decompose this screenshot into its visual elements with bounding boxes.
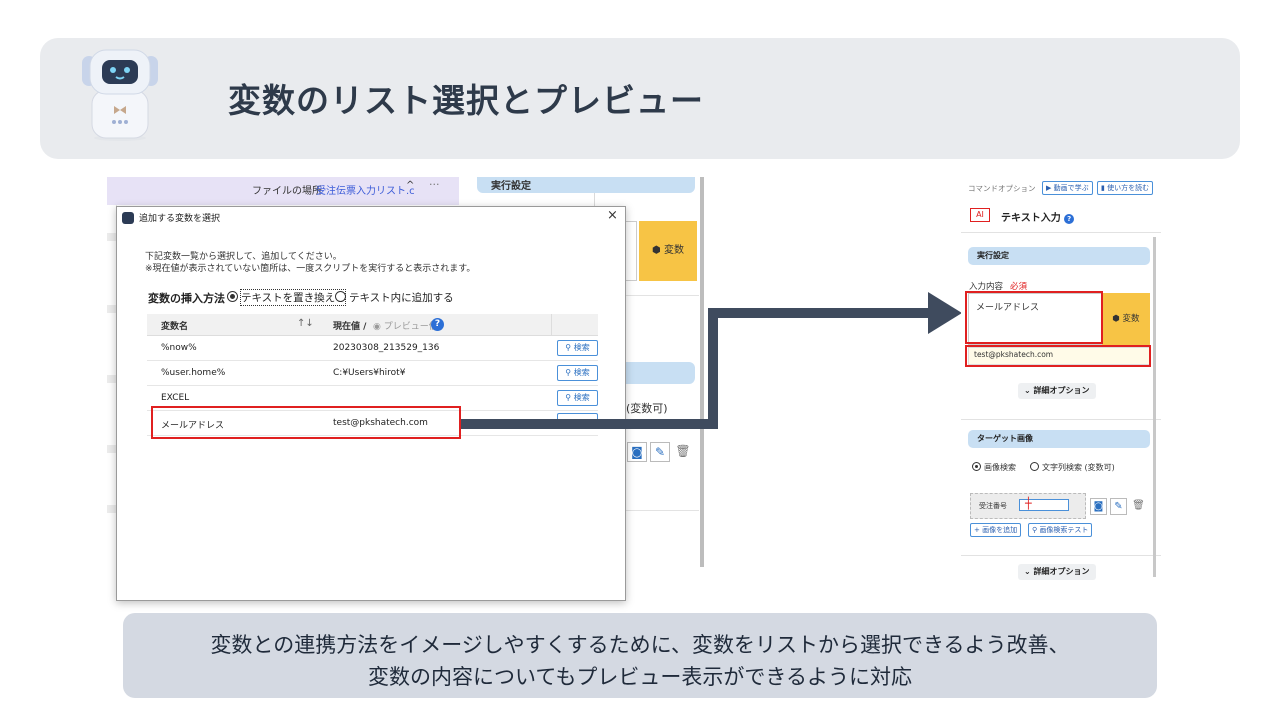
delete-button[interactable]: 🗑 bbox=[1130, 498, 1147, 515]
detail-option-button[interactable]: ⌄ 詳細オプション bbox=[1018, 383, 1096, 399]
pencil-icon: ✎ bbox=[1114, 501, 1123, 512]
chevron-down-icon: ⌄ bbox=[1024, 567, 1034, 576]
help-icon[interactable]: ? bbox=[1064, 214, 1075, 224]
highlight-preview bbox=[965, 345, 1151, 367]
caption-line-1: 変数との連携方法をイメージしやすくするために、変数をリストから選択できるよう改善… bbox=[210, 633, 1070, 657]
camera-button[interactable]: ◙ bbox=[1090, 498, 1107, 515]
detail-option-button-2[interactable]: ⌄ 詳細オプション bbox=[1018, 564, 1096, 580]
play-icon: ▶ bbox=[1046, 184, 1054, 192]
radio-image-search[interactable] bbox=[972, 462, 981, 471]
highlight-input bbox=[965, 291, 1103, 344]
variable-button[interactable]: ⬢ 変数 bbox=[1102, 293, 1150, 345]
manual-label: 使い方を読む bbox=[1107, 184, 1150, 192]
variable-button-label: 変数 bbox=[1122, 314, 1140, 324]
radio-text-search-label[interactable]: 文字列検索 (変数可) bbox=[1042, 462, 1115, 473]
caption-line-2: 変数の内容についてもプレビュー表示ができるように対応 bbox=[368, 665, 912, 689]
trash-icon: 🗑 bbox=[1132, 500, 1145, 511]
scrollbar[interactable] bbox=[1153, 237, 1156, 577]
camera-icon: ◙ bbox=[1093, 501, 1104, 512]
section-target-pill: ターゲット画像 bbox=[968, 430, 1150, 448]
edit-button[interactable]: ✎ bbox=[1110, 498, 1127, 515]
radio-image-search-label[interactable]: 画像検索 bbox=[984, 462, 1016, 473]
add-icon: + bbox=[974, 526, 983, 534]
detail-option-label: 詳細オプション bbox=[1033, 386, 1090, 395]
add-image-button[interactable]: + 画像を追加 bbox=[970, 523, 1022, 537]
slide: 変数のリスト選択とプレビュー ファイルの場所 受注伝票入力リスト.c ^ ···… bbox=[0, 0, 1280, 720]
caption-box: 変数との連携方法をイメージしやすくするために、変数をリストから選択できるよう改善… bbox=[123, 613, 1157, 698]
section-target-label: ターゲット画像 bbox=[977, 434, 1033, 443]
command-option-label: コマンドオプション bbox=[968, 184, 1036, 193]
divider bbox=[961, 232, 1161, 233]
manual-button[interactable]: ▮ 使い方を読む bbox=[1097, 181, 1154, 195]
command-title-label: テキスト入力 bbox=[1001, 213, 1061, 224]
chevron-down-icon: ⌄ bbox=[1024, 386, 1034, 395]
radio-text-search[interactable] bbox=[1030, 462, 1039, 471]
section-exec-pill: 実行設定 bbox=[968, 247, 1150, 265]
video-learn-button[interactable]: ▶ 動画で学ぶ bbox=[1042, 181, 1093, 195]
add-image-label: 画像を追加 bbox=[982, 526, 1018, 534]
image-search-test-label: 画像検索テスト bbox=[1039, 526, 1089, 534]
video-learn-label: 動画で学ぶ bbox=[1053, 184, 1089, 192]
ai-badge-icon: AI bbox=[970, 208, 990, 222]
image-search-test-button[interactable]: ⚲ 画像検索テスト bbox=[1028, 523, 1093, 537]
target-image-text: 受注番号 bbox=[979, 502, 1007, 510]
section-exec-label: 実行設定 bbox=[977, 251, 1009, 260]
divider bbox=[961, 419, 1161, 420]
box-icon: ⬢ bbox=[1112, 314, 1123, 324]
command-title: テキスト入力 ? bbox=[1001, 209, 1075, 224]
crosshair-icon: ┼ bbox=[1025, 497, 1032, 510]
detail-option-label-2: 詳細オプション bbox=[1033, 567, 1090, 576]
right-screenshot: コマンドオプション ▶ 動画で学ぶ ▮ 使い方を読む AI テキスト入力 ? 実… bbox=[961, 177, 1161, 601]
divider bbox=[961, 555, 1161, 556]
